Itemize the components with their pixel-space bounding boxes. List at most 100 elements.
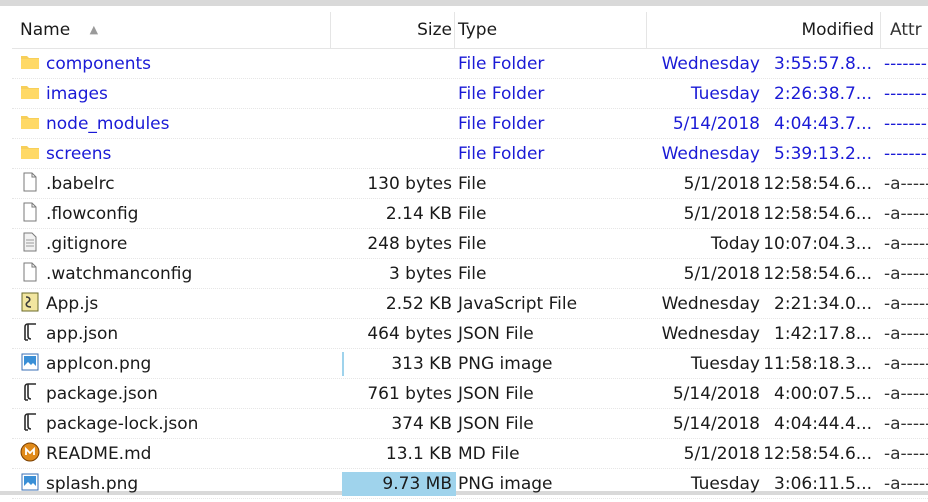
file-type: File xyxy=(458,174,487,194)
file-size xyxy=(334,79,452,109)
column-divider[interactable] xyxy=(330,12,331,48)
file-row[interactable]: app.json 464 bytes JSON File Wednesday 1:42:… xyxy=(12,319,928,349)
file-modified: Today 10:07:04.3... xyxy=(652,229,878,259)
file-size: 13.1 KB xyxy=(385,444,452,464)
file-name: images xyxy=(46,84,108,104)
file-attributes: -a----- xyxy=(884,264,928,284)
file-name-cell[interactable]: .watchmanconfig xyxy=(20,259,330,289)
script-file-icon xyxy=(20,292,40,312)
file-row[interactable]: .gitignore 248 bytes File Today 10:07:04.3..… xyxy=(12,229,928,259)
blank-file-icon xyxy=(20,202,40,222)
modified-time: 2:26:38.7... xyxy=(774,84,872,104)
file-type: JSON File xyxy=(458,384,534,404)
column-header-modified[interactable]: Modified xyxy=(652,12,874,48)
file-name-cell[interactable]: screens xyxy=(20,139,330,169)
folder-row[interactable]: screens File Folder Wednesday 5:39:13.2... -… xyxy=(12,139,928,169)
folder-icon xyxy=(20,142,40,162)
column-header-size[interactable]: Size xyxy=(334,12,452,48)
file-attributes: -a----- xyxy=(884,444,928,464)
file-name-cell[interactable]: node_modules xyxy=(20,109,330,139)
text-file-icon xyxy=(20,232,40,252)
file-size xyxy=(334,49,452,79)
json-file-icon xyxy=(20,382,40,402)
file-name: app.json xyxy=(46,324,119,344)
file-name-cell[interactable]: appIcon.png xyxy=(20,349,330,379)
file-attributes: -a----- xyxy=(884,354,928,374)
modified-time: 11:58:18.3... xyxy=(763,354,872,374)
file-type: File xyxy=(458,234,487,254)
file-size: 761 bytes xyxy=(367,384,452,404)
file-modified: Tuesday 11:58:18.3... xyxy=(652,349,878,379)
file-name-cell[interactable]: package.json xyxy=(20,379,330,409)
file-type: JSON File xyxy=(458,324,534,344)
file-name-cell[interactable]: app.json xyxy=(20,319,330,349)
file-size: 464 bytes xyxy=(367,324,452,344)
file-rows: components File Folder Wednesday 3:55:57.8.… xyxy=(12,49,928,499)
file-name-cell[interactable]: .gitignore xyxy=(20,229,330,259)
modified-time: 12:58:54.6... xyxy=(763,264,872,284)
file-size: 130 bytes xyxy=(367,174,452,194)
modified-time: 4:00:07.5... xyxy=(774,384,872,404)
file-name-cell[interactable]: .babelrc xyxy=(20,169,330,199)
folder-row[interactable]: node_modules File Folder 5/14/2018 4:04:43.… xyxy=(12,109,928,139)
file-modified: Wednesday 2:21:34.0... xyxy=(652,289,878,319)
file-modified: Wednesday 3:55:57.8... xyxy=(652,49,878,79)
row-divider xyxy=(12,498,928,499)
file-type: File Folder xyxy=(458,144,545,164)
file-name: .watchmanconfig xyxy=(46,264,193,284)
file-row[interactable]: .flowconfig 2.14 KB File 5/1/2018 12:58:54.6… xyxy=(12,199,928,229)
file-size: 2.14 KB xyxy=(385,204,452,224)
file-name-cell[interactable]: package-lock.json xyxy=(20,409,330,439)
file-name-cell[interactable]: .flowconfig xyxy=(20,199,330,229)
column-header-name[interactable]: Name ▲ xyxy=(20,12,330,48)
file-attributes: -a----- xyxy=(884,204,928,224)
modified-date: Today xyxy=(710,234,760,254)
folder-row[interactable]: images File Folder Tuesday 2:26:38.7... ----… xyxy=(12,79,928,109)
column-divider[interactable] xyxy=(880,12,881,48)
folder-icon xyxy=(20,112,40,132)
file-row[interactable]: App.js 2.52 KB JavaScript File Wednesday 2:2… xyxy=(12,289,928,319)
file-type: File xyxy=(458,204,487,224)
file-modified: 5/1/2018 12:58:54.6... xyxy=(652,259,878,289)
file-name-cell[interactable]: README.md xyxy=(20,439,330,469)
file-modified: 5/14/2018 4:04:43.7... xyxy=(652,109,878,139)
modified-date: 5/1/2018 xyxy=(683,444,760,464)
file-name: components xyxy=(46,54,152,74)
file-modified: 5/1/2018 12:58:54.6... xyxy=(652,199,878,229)
file-row[interactable]: .watchmanconfig 3 bytes File 5/1/2018 12:58:… xyxy=(12,259,928,289)
folder-icon xyxy=(20,52,40,72)
blank-file-icon xyxy=(20,172,40,192)
modified-date: 5/14/2018 xyxy=(672,414,760,434)
file-attributes: ------- xyxy=(884,84,927,104)
file-row[interactable]: appIcon.png 313 KB PNG image Tuesday 11:58:1… xyxy=(12,349,928,379)
column-header-attr[interactable]: Attr xyxy=(890,12,928,48)
file-row[interactable]: package.json 761 bytes JSON File 5/14/2018 4… xyxy=(12,379,928,409)
blank-file-icon xyxy=(20,262,40,282)
modified-date: Wednesday xyxy=(661,144,760,164)
column-header-type[interactable]: Type xyxy=(458,12,652,48)
file-name-cell[interactable]: App.js xyxy=(20,289,330,319)
folder-row[interactable]: components File Folder Wednesday 3:55:57.8.… xyxy=(12,49,928,79)
modified-time: 3:55:57.8... xyxy=(774,54,872,74)
file-row[interactable]: package-lock.json 374 KB JSON File 5/14/201… xyxy=(12,409,928,439)
file-row[interactable]: .babelrc 130 bytes File 5/1/2018 12:58:54.6.… xyxy=(12,169,928,199)
file-name-cell[interactable]: images xyxy=(20,79,330,109)
column-divider[interactable] xyxy=(454,12,455,48)
modified-time: 4:04:44.4... xyxy=(774,414,872,434)
file-name: package.json xyxy=(46,384,158,404)
column-header-type-label: Type xyxy=(458,20,498,40)
folder-icon xyxy=(20,82,40,102)
modified-time: 5:39:13.2... xyxy=(774,144,872,164)
file-row[interactable]: README.md 13.1 KB MD File 5/1/2018 12:58:54.… xyxy=(12,439,928,469)
file-list[interactable]: Name ▲ Size Type Modified Attr component… xyxy=(12,12,928,499)
file-modified: Wednesday 1:42:17.8... xyxy=(652,319,878,349)
modified-date: Wednesday xyxy=(661,54,760,74)
file-name: appIcon.png xyxy=(46,354,152,374)
column-divider[interactable] xyxy=(646,12,647,48)
file-type: MD File xyxy=(458,444,520,464)
file-name-cell[interactable]: components xyxy=(20,49,330,79)
file-size: 2.52 KB xyxy=(385,294,452,314)
image-file-icon xyxy=(20,472,40,492)
json-file-icon xyxy=(20,412,40,432)
modified-time: 10:07:04.3... xyxy=(763,234,872,254)
